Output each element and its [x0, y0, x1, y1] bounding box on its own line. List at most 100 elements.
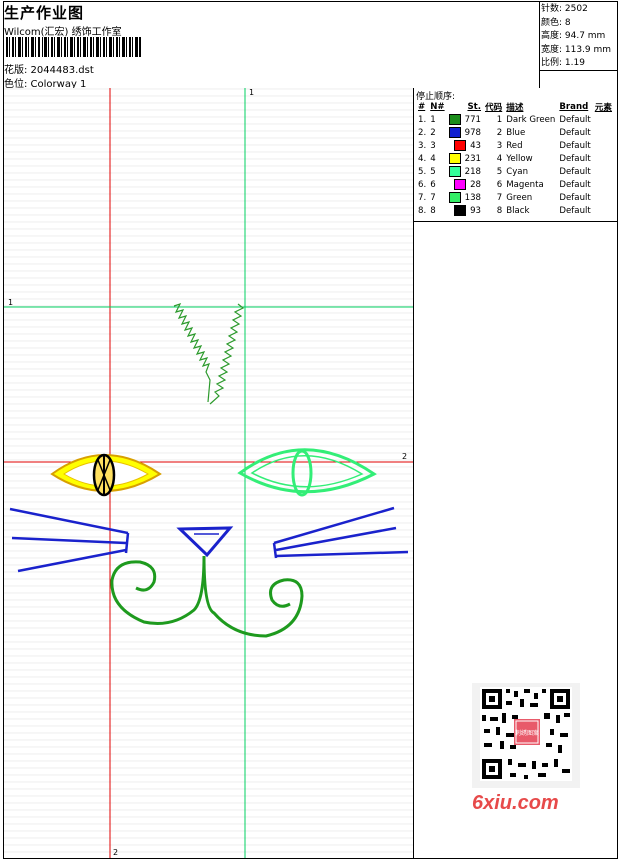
row-description: Blue — [506, 127, 526, 138]
row-element — [593, 152, 614, 165]
col-header-code: 代码 — [485, 103, 503, 113]
row-needle: 7 — [430, 192, 436, 203]
design-file-label: 花版: 2044483.dst — [4, 65, 94, 76]
row-index: 4. — [418, 153, 427, 164]
col-header-index: # — [418, 102, 426, 112]
row-element — [593, 126, 614, 139]
stitch-count-value: 138 — [464, 193, 482, 203]
row-stitches: 978 — [447, 126, 483, 139]
design-scale: 比例: 1.19 — [541, 58, 585, 68]
row-code: 6 — [496, 179, 503, 190]
color-swatch — [454, 179, 467, 190]
table-row: 3. 3 43 3 Red Default — [416, 139, 614, 152]
col-header-stitches: St. — [467, 102, 482, 112]
stitch-count-value: 218 — [464, 167, 482, 177]
left-eye — [50, 453, 162, 497]
stitch-count-value: 93 — [470, 206, 482, 216]
qr-badge-text: 刺绣图案 — [515, 729, 539, 737]
row-needle: 3 — [430, 140, 436, 151]
row-brand: Default — [559, 140, 591, 151]
row-code: 7 — [496, 192, 503, 203]
row-brand: Default — [559, 127, 591, 138]
row-index: 7. — [418, 192, 427, 203]
col-header-element: 元素 — [594, 103, 612, 113]
row-index: 3. — [418, 140, 427, 151]
row-brand: Default — [559, 153, 591, 164]
row-code: 8 — [496, 205, 503, 216]
row-brand: Default — [559, 192, 591, 203]
row-description: Dark Green — [506, 114, 556, 125]
page-title: 生产作业图 — [4, 4, 85, 22]
color-sequence-table: # N# St. 代码 描述 Brand 元素 1. 1 771 1 Dark Gree… — [416, 101, 614, 217]
stats-bottom-divider — [539, 70, 618, 71]
barcode-image — [6, 37, 141, 57]
row-element — [593, 178, 614, 191]
row-element — [593, 191, 614, 204]
color-count: 颜色: 8 — [541, 17, 571, 28]
col-header-n: N# — [430, 102, 445, 112]
production-sheet: 生产作业图 Wilcom(汇宏) 绣饰工作室 花版: 2044483.dst 色… — [0, 0, 620, 861]
color-swatch — [448, 114, 461, 125]
row-stitches: 28 — [447, 178, 483, 191]
row-index: 6. — [418, 179, 427, 190]
row-brand: Default — [559, 166, 591, 177]
row-stitches: 231 — [447, 152, 483, 165]
row-needle: 6 — [430, 179, 436, 190]
right-whiskers — [272, 506, 409, 559]
color-swatch — [454, 205, 467, 216]
stitch-count-value: 43 — [470, 141, 482, 151]
table-row: 1. 1 771 1 Dark Green Default — [416, 113, 614, 126]
row-code: 1 — [496, 114, 503, 125]
row-description: Red — [506, 140, 523, 151]
row-element — [593, 165, 614, 178]
row-needle: 2 — [430, 127, 436, 138]
row-brand: Default — [559, 179, 591, 190]
row-stitches: 771 — [447, 113, 483, 126]
studio-name: Wilcom(汇宏) 绣饰工作室 — [4, 27, 122, 38]
stitch-count-value: 978 — [464, 128, 482, 138]
row-element — [593, 113, 614, 126]
row-needle: 1 — [430, 114, 436, 125]
stitch-count-value: 771 — [464, 115, 482, 125]
panel-separator — [414, 221, 617, 222]
row-code: 5 — [496, 166, 503, 177]
row-element — [593, 204, 614, 217]
color-swatch — [448, 153, 461, 164]
watermark-text: 6xiu.com — [472, 792, 559, 814]
stats-box: 针数: 2502 颜色: 8 高度: 94.7 mm 宽度: 113.9 mm … — [541, 3, 611, 71]
row-description: Magenta — [506, 179, 544, 190]
qr-code-block: 刺绣图案 — [472, 683, 580, 788]
color-sequence-body: 1. 1 771 1 Dark Green Default 2. 2 978 2 Blue Defau… — [416, 113, 614, 217]
row-stitches: 218 — [447, 165, 483, 178]
design-height: 高度: 94.7 mm — [541, 31, 606, 41]
embroidery-drawing — [4, 88, 413, 858]
row-element — [593, 139, 614, 152]
color-swatch — [454, 140, 467, 151]
row-description: Green — [506, 192, 533, 203]
axis-label-left: 1 — [8, 298, 14, 307]
mouth — [110, 555, 304, 638]
row-description: Cyan — [506, 166, 529, 177]
right-eye — [237, 448, 377, 497]
row-index: 2. — [418, 127, 427, 138]
frame-border-top — [3, 1, 617, 2]
table-row: 8. 8 93 8 Black Default — [416, 204, 614, 217]
table-row: 6. 6 28 6 Magenta Default — [416, 178, 614, 191]
axis-label-bottom: 2 — [113, 848, 119, 857]
table-row: 5. 5 218 5 Cyan Default — [416, 165, 614, 178]
stitch-count: 针数: 2502 — [541, 4, 588, 14]
row-code: 2 — [496, 127, 503, 138]
row-stitches: 93 — [447, 204, 483, 217]
v-mark — [173, 302, 245, 405]
table-row: 2. 2 978 2 Blue Default — [416, 126, 614, 139]
stitch-count-value: 28 — [470, 180, 482, 190]
row-code: 4 — [496, 153, 503, 164]
frame-border-bottom — [3, 858, 618, 859]
table-row: 7. 7 138 7 Green Default — [416, 191, 614, 204]
stitch-count-value: 231 — [464, 154, 482, 164]
row-description: Yellow — [506, 153, 533, 164]
qr-code-image: 刺绣图案 — [480, 687, 572, 781]
row-needle: 8 — [430, 205, 436, 216]
row-description: Black — [506, 205, 530, 216]
row-index: 1. — [418, 114, 427, 125]
